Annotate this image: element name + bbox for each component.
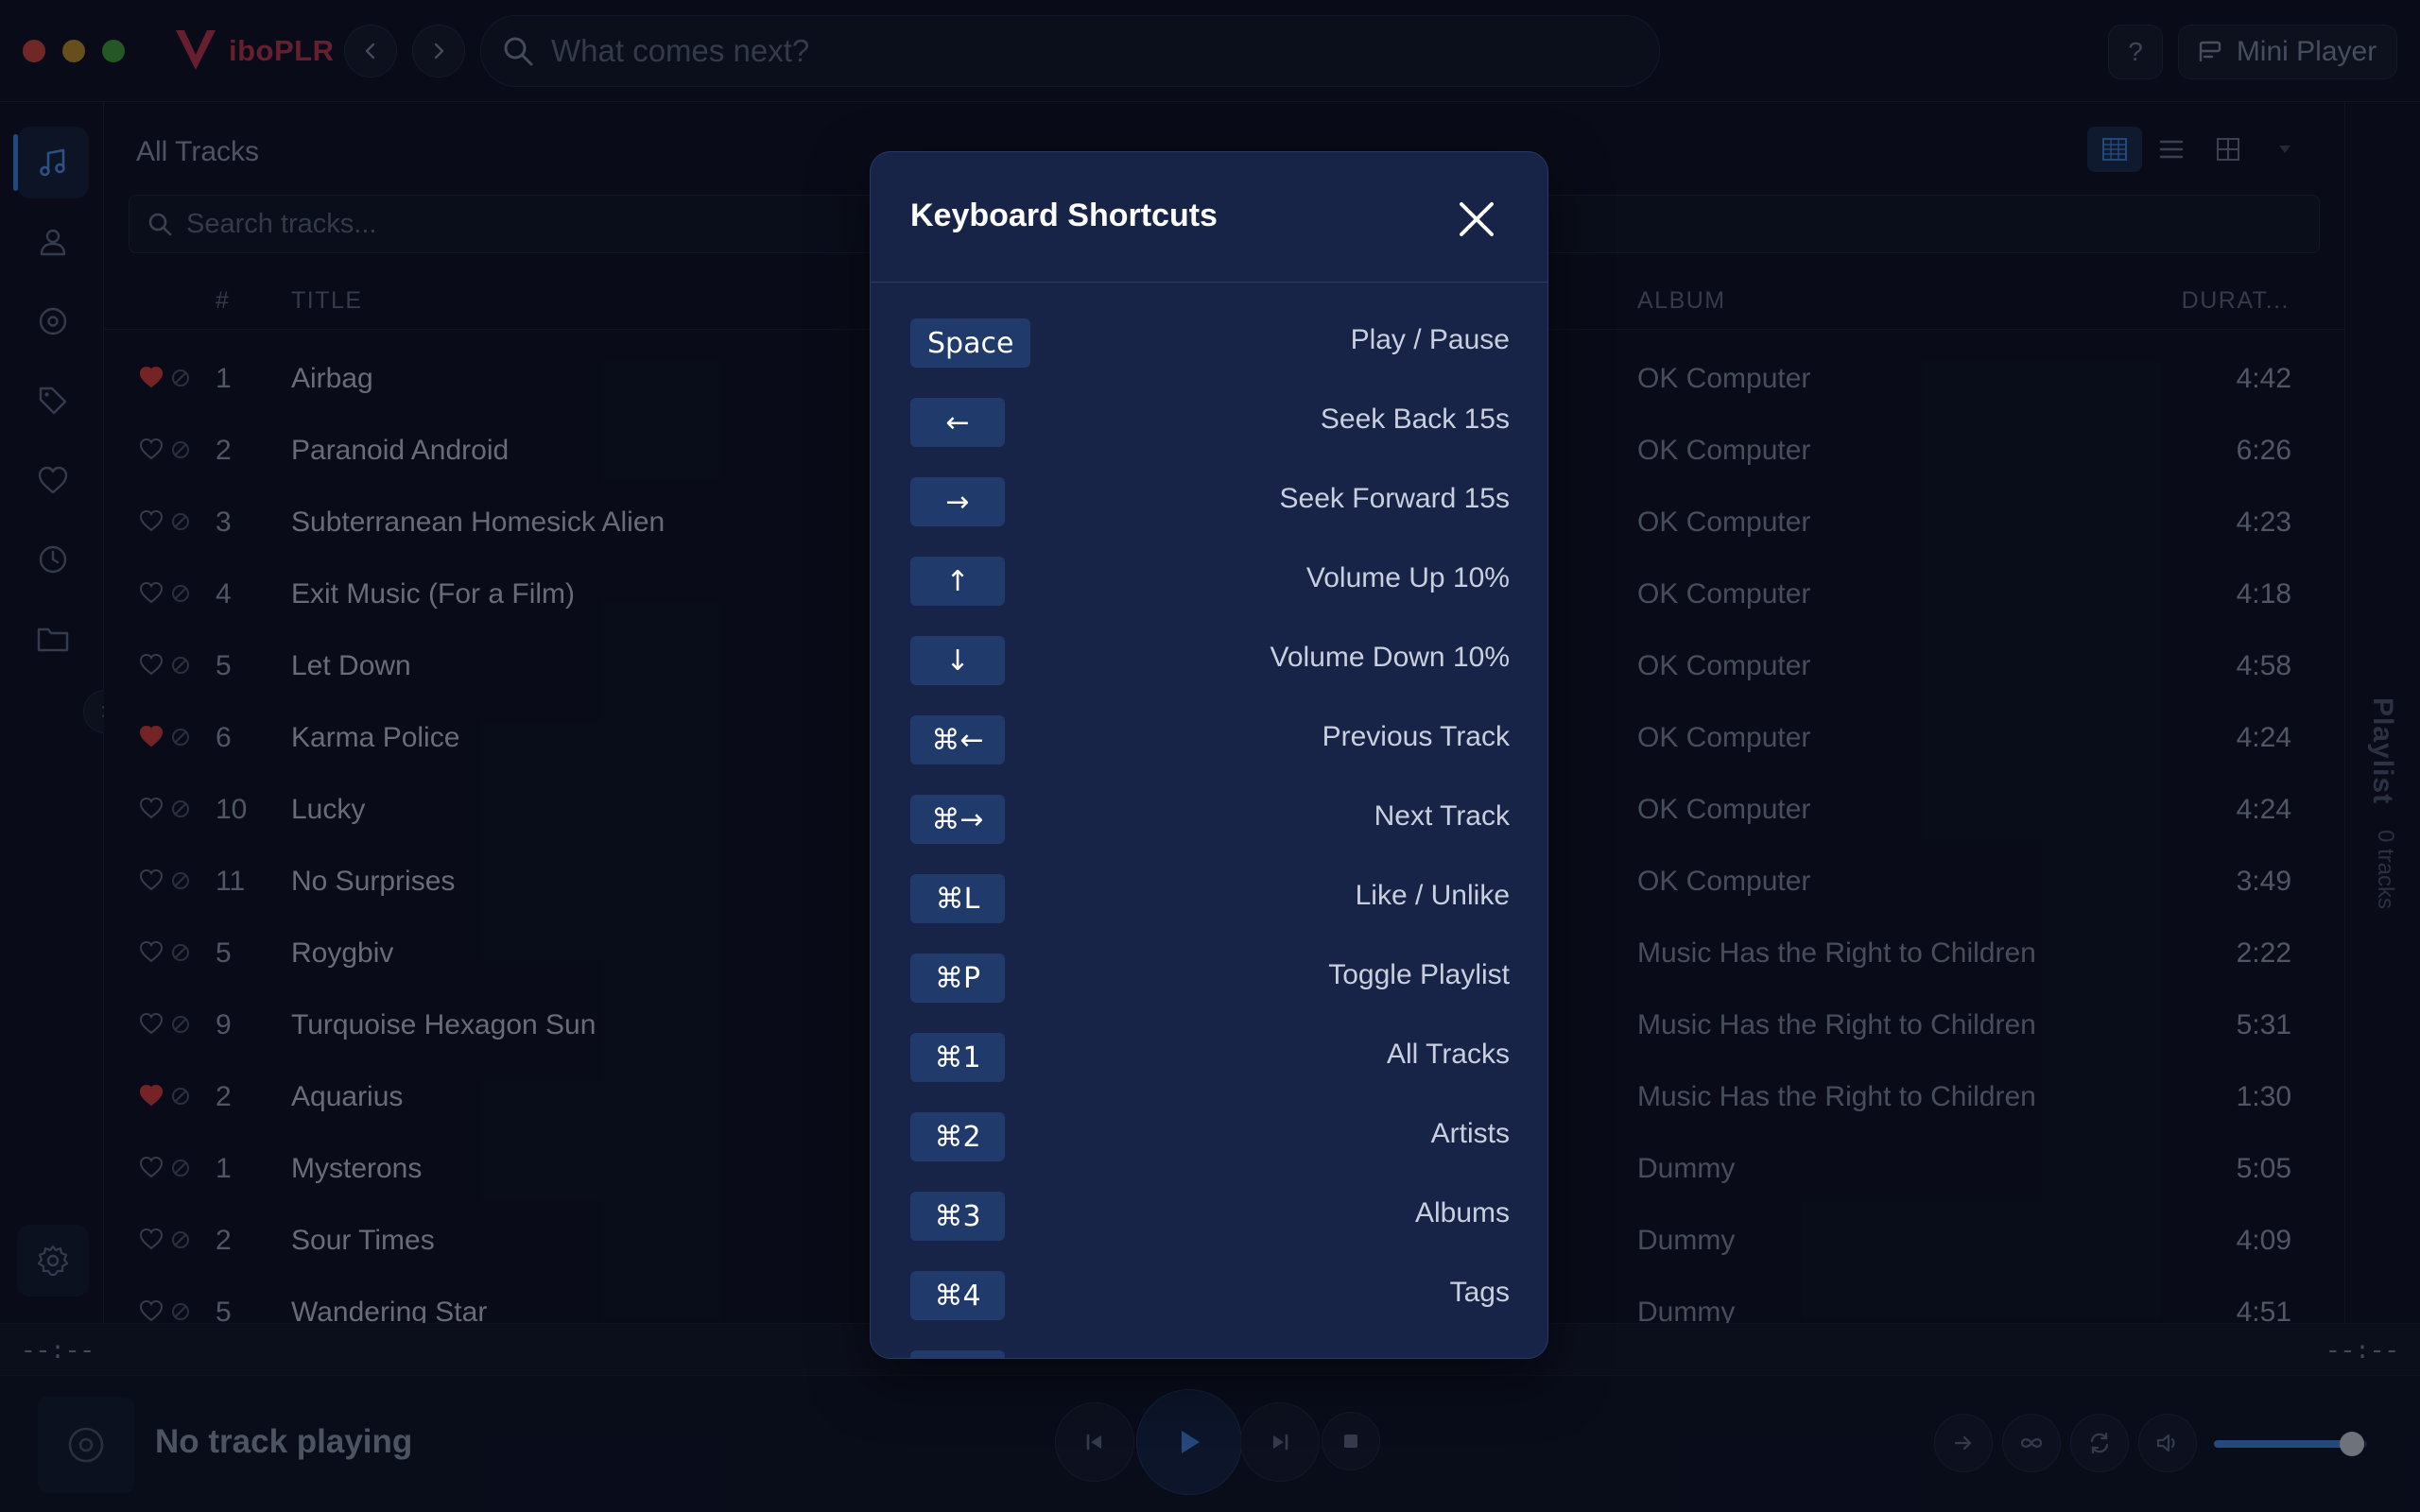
shortcut-row: ↓ Volume Down 10% [871,621,1547,700]
shortcut-key: Space [910,318,1031,368]
shortcut-row: → Seek Forward 15s [871,462,1547,541]
shortcut-description: Play / Pause [1350,324,1510,355]
dialog-title: Keyboard Shortcuts [910,198,1218,233]
shortcut-description: Volume Down 10% [1270,642,1510,673]
shortcut-description: All Tracks [1386,1039,1510,1070]
dialog-close-button[interactable] [1451,194,1502,245]
shortcut-row: ← Seek Back 15s [871,383,1547,462]
close-icon [1460,202,1494,236]
shortcut-row: ⌘P Toggle Playlist [871,938,1547,1018]
shortcut-key: ⌘P [910,954,1005,1003]
shortcut-row: ⌘← Previous Track [871,700,1547,780]
shortcut-key: ⌘1 [910,1033,1005,1082]
shortcut-description: Volume Up 10% [1305,562,1510,593]
shortcut-key: ↑ [910,557,1005,606]
shortcut-row-partial [871,1335,1547,1358]
shortcut-row: ⌘2 Artists [871,1097,1547,1177]
shortcut-description: Seek Back 15s [1320,404,1510,435]
shortcut-key: ⌘L [910,874,1005,923]
shortcut-row: ↑ Volume Up 10% [871,541,1547,621]
shortcut-row: ⌘→ Next Track [871,780,1547,859]
shortcut-row: ⌘1 All Tracks [871,1018,1547,1097]
shortcut-key: → [910,477,1005,526]
shortcut-key: ← [910,398,1005,447]
shortcut-key: ⌘← [910,715,1005,765]
shortcut-row: Space Play / Pause [871,303,1547,383]
shortcut-row: ⌘4 Tags [871,1256,1547,1335]
shortcut-description: Seek Forward 15s [1279,483,1510,514]
shortcut-key: ⌘→ [910,795,1005,844]
shortcut-description: Artists [1430,1118,1510,1149]
shortcut-description: Albums [1414,1197,1510,1228]
shortcut-key: ↓ [910,636,1005,685]
shortcut-description: Previous Track [1322,721,1510,752]
shortcut-description: Like / Unlike [1355,880,1510,911]
shortcut-row: ⌘L Like / Unlike [871,859,1547,938]
shortcut-key [910,1350,1005,1358]
shortcut-key: ⌘3 [910,1192,1005,1241]
shortcut-key: ⌘4 [910,1271,1005,1320]
shortcut-description: Tags [1449,1277,1510,1308]
keyboard-shortcuts-dialog: Keyboard Shortcuts Space Play / Pause ← See… [870,151,1548,1359]
shortcut-description: Toggle Playlist [1328,959,1510,990]
dialog-header: Keyboard Shortcuts [871,152,1547,283]
shortcut-key: ⌘2 [910,1112,1005,1161]
shortcut-row: ⌘3 Albums [871,1177,1547,1256]
shortcut-description: Next Track [1374,800,1510,832]
